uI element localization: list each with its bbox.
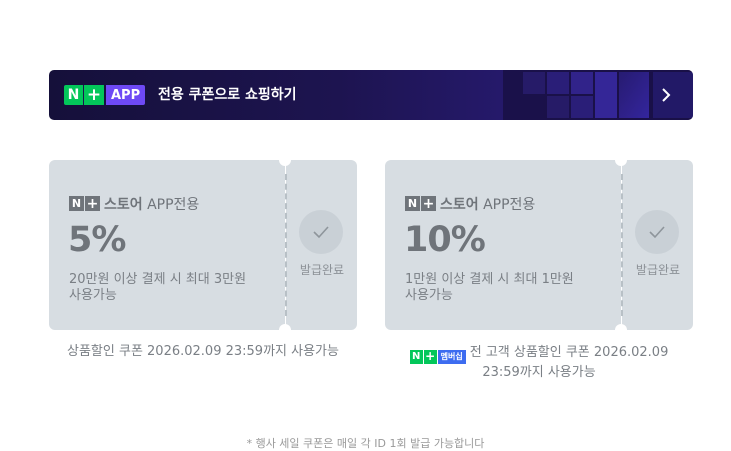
check-icon — [299, 210, 343, 254]
coupon-status: 발급완료 — [299, 263, 345, 277]
coupon-card[interactable]: N + 스토어 APP전용 5% 20만원 이상 결제 시 최대 3만원 사용가… — [49, 154, 357, 336]
coupon-divider — [621, 174, 623, 316]
naver-plus-app-logo: N + APP — [64, 85, 146, 105]
naver-n-icon: N — [409, 349, 423, 364]
plus-icon: + — [85, 195, 100, 212]
plus-icon: + — [423, 349, 437, 364]
coupon-condition: 20만원 이상 결제 시 최대 3만원 사용가능 — [69, 272, 247, 303]
check-icon — [635, 210, 679, 254]
coupon-brand-label: 스토어 APP전용 — [104, 196, 200, 213]
coupon-card[interactable]: N + 스토어 APP전용 10% 1만원 이상 결제 시 최대 1만원 사용가… — [385, 154, 693, 336]
coupon-condition: 1만원 이상 결제 시 최대 1만원 사용가능 — [405, 272, 574, 303]
coupon-brand-label: 스토어 APP전용 — [440, 196, 536, 213]
footer-notice: * 행사 세일 쿠폰은 매일 각 ID 1회 발급 가능합니다 — [246, 437, 485, 450]
coupon-brand: N + 스토어 APP전용 — [69, 195, 200, 213]
banner-title: 전용 쿠폰으로 쇼핑하기 — [158, 87, 297, 103]
plus-icon: + — [421, 195, 436, 212]
coupon-notch — [279, 154, 291, 166]
coupon-notch — [615, 324, 627, 336]
coupon-note: 상품할인 쿠폰 2026.02.09 23:59까지 사용가능 — [67, 344, 339, 359]
membership-label: 멤버십 — [437, 349, 466, 364]
naver-n-icon: N — [405, 196, 420, 211]
naver-plus-membership-badge: N + 멤버십 — [409, 349, 466, 364]
coupon-divider — [285, 174, 287, 316]
plus-icon: + — [83, 85, 104, 105]
coupon-note-line1: 전 고객 상품할인 쿠폰 2026.02.09 — [469, 345, 669, 360]
app-badge: APP — [106, 85, 146, 105]
naver-n-icon: N — [69, 196, 84, 211]
app-coupon-banner[interactable]: N + APP 전용 쿠폰으로 쇼핑하기 — [49, 70, 693, 120]
coupon-notch — [615, 154, 627, 166]
chevron-right-icon[interactable] — [657, 86, 675, 104]
coupon-brand: N + 스토어 APP전용 — [405, 195, 536, 213]
coupon-note-line2: 23:59까지 사용가능 — [482, 364, 596, 380]
naver-n-icon: N — [64, 85, 83, 105]
coupon-notch — [279, 324, 291, 336]
coupon-note: N + 멤버십 전 고객 상품할인 쿠폰 2026.02.09 23:59까지 … — [385, 344, 693, 381]
coupon-discount: 5% — [68, 220, 126, 260]
coupon-status: 발급완료 — [635, 263, 681, 277]
coupon-discount: 10% — [404, 220, 486, 260]
